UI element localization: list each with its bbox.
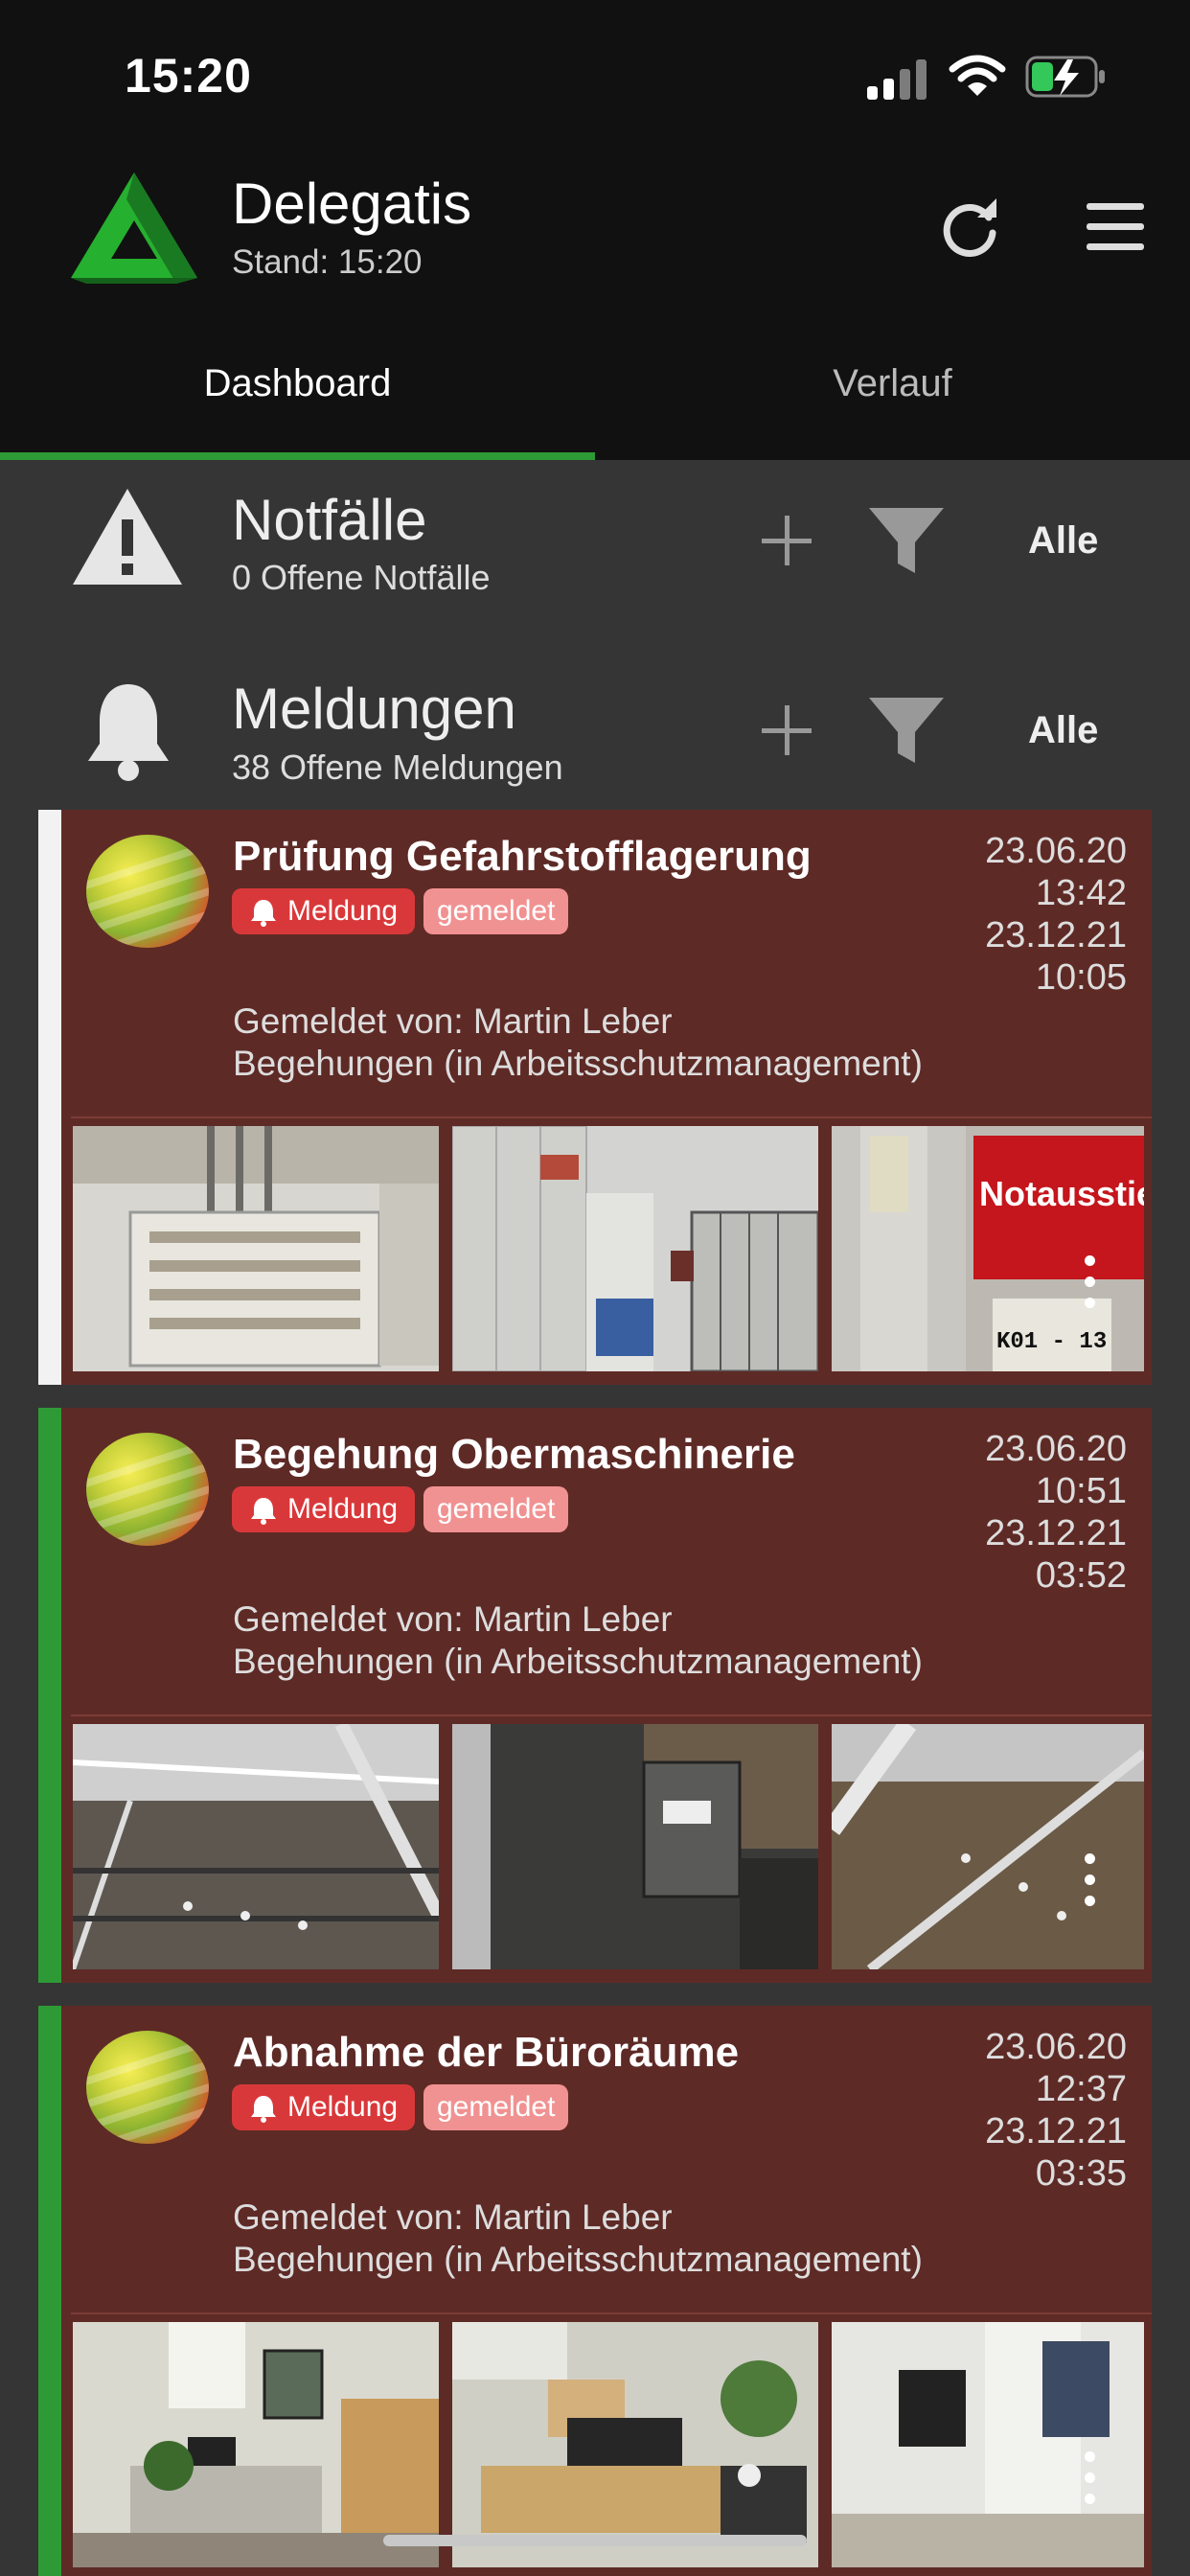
active-tab-indicator xyxy=(0,452,595,460)
reporter: Gemeldet von: Martin Leber xyxy=(233,1001,673,1041)
exit-sign-text: Notausstie xyxy=(979,1174,1144,1213)
card-status-stripe xyxy=(38,1408,61,1983)
card-title: Abnahme der Büroräume xyxy=(233,2029,740,2076)
status-badge: gemeldet xyxy=(423,1486,569,1532)
category: Begehungen (in Arbeitsschutzmanagement) xyxy=(233,1642,923,1681)
status-badge: gemeldet xyxy=(423,2084,569,2130)
card-status-stripe xyxy=(38,810,61,1385)
avatar xyxy=(86,1433,209,1546)
meldung-card[interactable]: Abnahme der Büroräume Meldung gemeldet 2… xyxy=(38,2006,1152,2576)
wifi-icon xyxy=(949,55,1006,96)
refresh-icon[interactable] xyxy=(939,196,1002,260)
created-time: 13:42 xyxy=(1035,873,1127,913)
add-meldung-button[interactable] xyxy=(762,705,812,755)
notfaelle-title: Notfälle xyxy=(232,488,427,552)
meldung-badge: Meldung xyxy=(232,1486,416,1532)
delegatis-logo-icon xyxy=(71,172,197,284)
office-kitchen-photo[interactable] xyxy=(832,2322,1144,2567)
warning-icon xyxy=(73,489,182,585)
stage-machinery-photo[interactable] xyxy=(73,1724,439,1969)
created-date: 23.06.20 xyxy=(985,831,1127,871)
status-badge: gemeldet xyxy=(423,888,569,934)
card-status-stripe xyxy=(38,2006,61,2576)
bell-icon xyxy=(88,684,169,781)
signal-icon xyxy=(867,58,934,100)
created-time: 10:51 xyxy=(1035,1471,1127,1511)
meldung-card[interactable]: Prüfung Gefahrstofflagerung Meldung geme… xyxy=(38,810,1152,1385)
created-time: 12:37 xyxy=(1035,2069,1127,2109)
meldung-badge: Meldung xyxy=(232,888,416,934)
meldung-badge: Meldung xyxy=(232,2084,416,2130)
meldungen-filter-all[interactable]: Alle xyxy=(1028,709,1098,752)
card-title: Prüfung Gefahrstofflagerung xyxy=(233,833,812,880)
emergency-exit-sign-photo[interactable]: Notausstie K01 - 13 xyxy=(832,1126,1144,1371)
menu-icon[interactable] xyxy=(1087,203,1144,251)
avatar xyxy=(86,2031,209,2144)
machinery-box-photo[interactable] xyxy=(452,1724,818,1969)
office-workstation-photo[interactable] xyxy=(452,2322,818,2567)
app-subtitle: Stand: 15:20 xyxy=(232,243,423,281)
meldungen-count: 38 Offene Meldungen xyxy=(232,748,563,787)
tab-dashboard[interactable]: Dashboard xyxy=(0,345,595,460)
add-notfall-button[interactable] xyxy=(762,516,812,565)
card-title: Begehung Obermaschinerie xyxy=(233,1431,795,1478)
bell-small-icon xyxy=(251,1498,276,1525)
more-options-icon[interactable] xyxy=(1083,1853,1096,1911)
status-bar: 15:20 xyxy=(0,0,1190,144)
stage-grid-photo[interactable] xyxy=(832,1724,1144,1969)
bell-small-icon xyxy=(251,900,276,927)
more-options-icon[interactable] xyxy=(1083,1255,1096,1313)
app-title: Delegatis xyxy=(232,172,472,236)
meldung-badge-label: Meldung xyxy=(287,2091,399,2123)
updated-time: 03:52 xyxy=(1035,1555,1127,1596)
more-options-icon[interactable] xyxy=(1083,2451,1096,2509)
meldung-badge-label: Meldung xyxy=(287,1493,399,1525)
battery-charging-icon xyxy=(1025,56,1105,98)
electrical-cabinet-photo[interactable] xyxy=(73,1126,439,1371)
reporter: Gemeldet von: Martin Leber xyxy=(233,2197,673,2237)
divider xyxy=(71,2312,1152,2314)
created-date: 23.06.20 xyxy=(985,2027,1127,2067)
updated-time: 10:05 xyxy=(1035,957,1127,998)
room-tag-text: K01 - 13 xyxy=(996,1329,1108,1355)
updated-time: 03:35 xyxy=(1035,2153,1127,2194)
reporter: Gemeldet von: Martin Leber xyxy=(233,1599,673,1639)
status-time: 15:20 xyxy=(125,49,252,103)
filter-notfaelle-icon[interactable] xyxy=(867,504,946,577)
meldung-card[interactable]: Begehung Obermaschinerie Meldung gemelde… xyxy=(38,1408,1152,1983)
divider xyxy=(71,1116,1152,1118)
created-date: 23.06.20 xyxy=(985,1429,1127,1469)
updated-date: 23.12.21 xyxy=(985,2111,1127,2151)
bell-small-icon xyxy=(251,2096,276,2123)
updated-date: 23.12.21 xyxy=(985,1513,1127,1553)
storage-room-photo[interactable] xyxy=(452,1126,818,1371)
meldung-badge-label: Meldung xyxy=(287,895,399,927)
category: Begehungen (in Arbeitsschutzmanagement) xyxy=(233,2240,923,2279)
notfaelle-filter-all[interactable]: Alle xyxy=(1028,519,1098,563)
avatar xyxy=(86,835,209,948)
meldungen-title: Meldungen xyxy=(232,677,516,741)
office-desk-photo[interactable] xyxy=(73,2322,439,2567)
divider xyxy=(71,1714,1152,1716)
notfaelle-count: 0 Offene Notfälle xyxy=(232,558,491,597)
category: Begehungen (in Arbeitsschutzmanagement) xyxy=(233,1044,923,1083)
updated-date: 23.12.21 xyxy=(985,915,1127,955)
tab-verlauf[interactable]: Verlauf xyxy=(595,345,1190,460)
filter-meldungen-icon[interactable] xyxy=(867,694,946,767)
home-indicator xyxy=(383,2535,807,2546)
